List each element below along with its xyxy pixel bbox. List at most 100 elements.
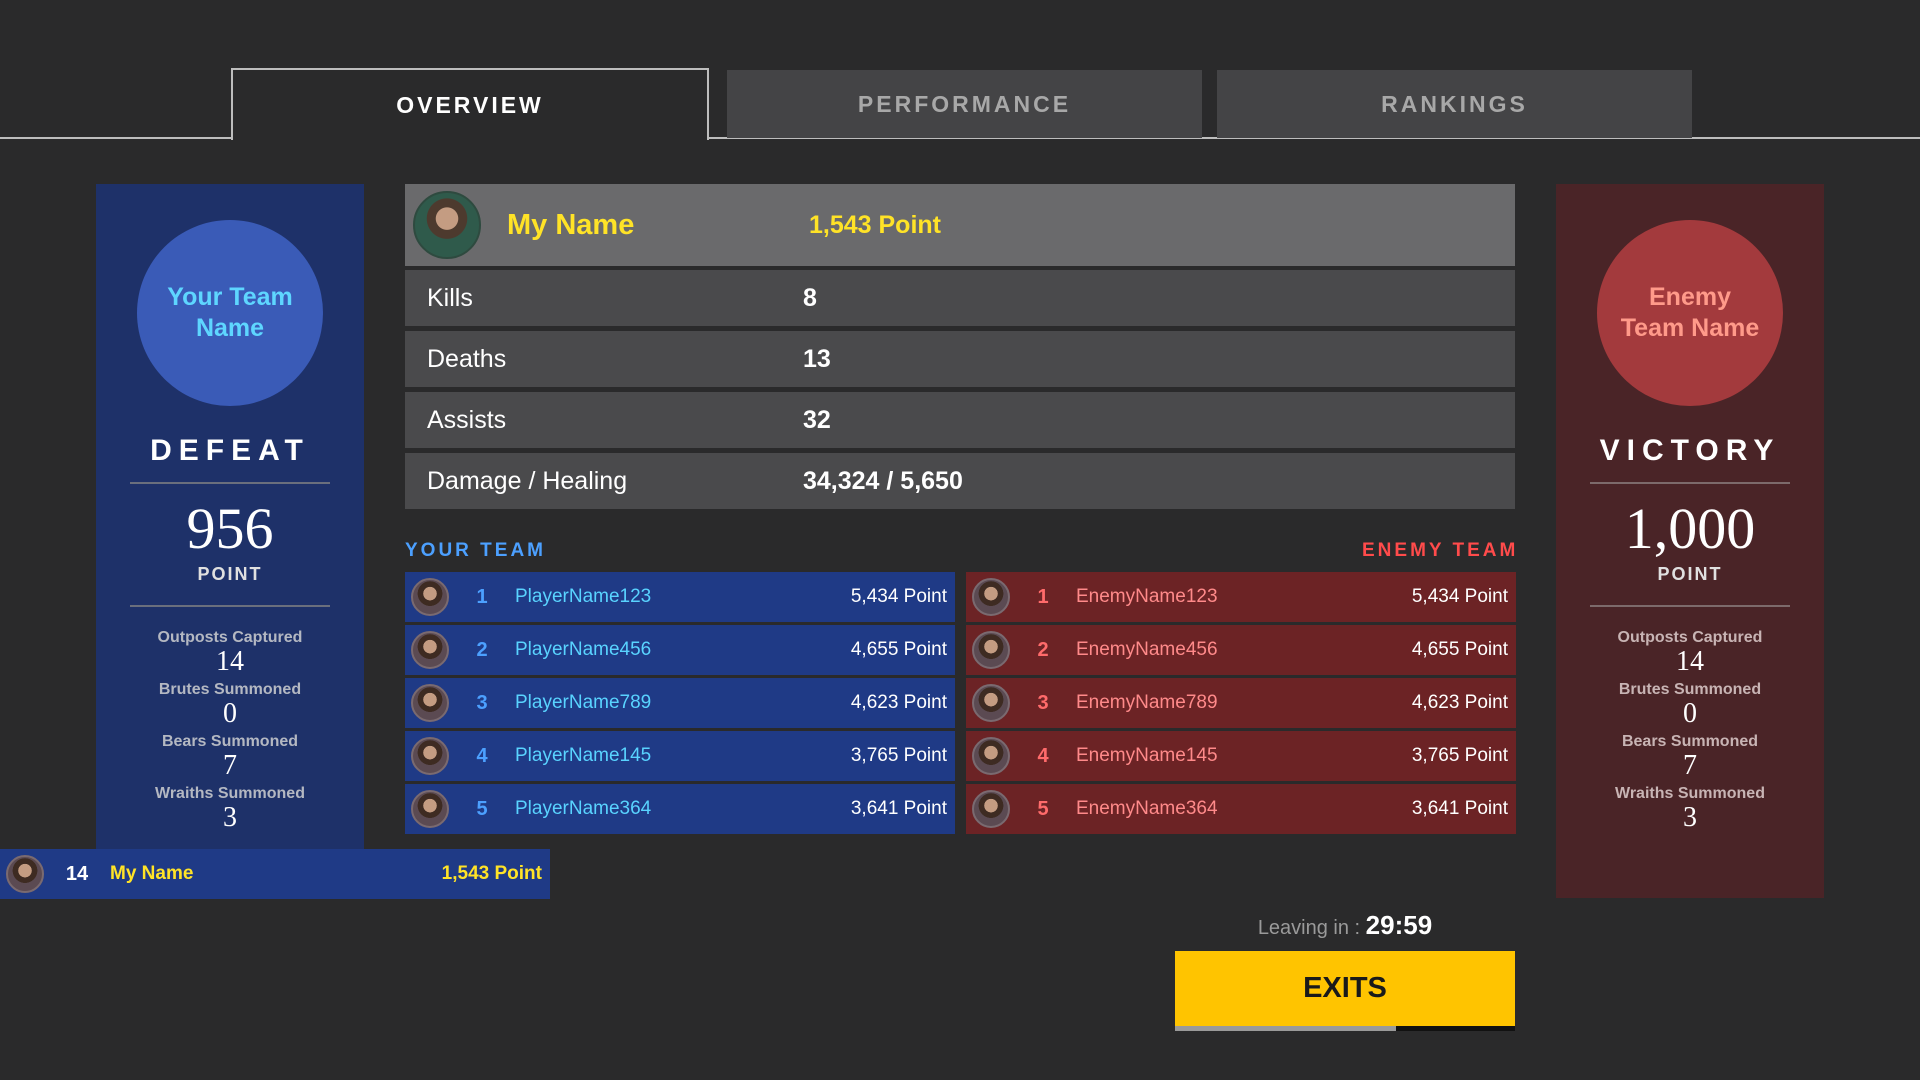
player-name: My Name: [110, 863, 194, 884]
player-name: PlayerName145: [515, 745, 652, 766]
stat-row-damage-healing: Damage / Healing 34,324 / 5,650: [405, 453, 1515, 509]
enemy-team-score-label: POINT: [1657, 564, 1723, 584]
player-name: EnemyName456: [1076, 639, 1218, 660]
divider: [130, 482, 330, 484]
player-portrait-icon: [6, 855, 44, 893]
enemy-team-list-title: ENEMY TEAM: [1362, 540, 1519, 561]
enemy-team-row[interactable]: 2 EnemyName456 4,655 Point: [966, 625, 1516, 675]
your-team-row[interactable]: 2 PlayerName456 4,655 Point: [405, 625, 955, 675]
your-team-row[interactable]: 4 PlayerName145 3,765 Point: [405, 731, 955, 781]
player-points: 4,623 Point: [1411, 692, 1508, 713]
my-points: 1,543 Point: [809, 210, 941, 239]
player-name: PlayerName456: [515, 639, 652, 660]
tab-overview[interactable]: OVERVIEW: [231, 68, 709, 140]
player-portrait-icon: [411, 684, 449, 722]
objective-label: Wraiths Summoned: [1615, 785, 1765, 802]
your-team-row[interactable]: 5 PlayerName364 3,641 Point: [405, 784, 955, 834]
player-rank: 4: [476, 744, 488, 767]
objective-value: 0: [222, 698, 237, 729]
enemy-team-row[interactable]: 4 EnemyName145 3,765 Point: [966, 731, 1516, 781]
objective-value: 7: [1682, 750, 1697, 781]
stat-row-assists: Assists 32: [405, 392, 1515, 448]
player-portrait-icon: [413, 191, 481, 259]
objective-label: Wraiths Summoned: [155, 785, 305, 802]
enemy-team-row[interactable]: 1 EnemyName123 5,434 Point: [966, 572, 1516, 622]
my-stats-header: My Name 1,543 Point: [405, 184, 1515, 266]
enemy-team-objectives: Outposts Captured 14 Brutes Summoned 0 B…: [1615, 625, 1765, 833]
enemy-team-row[interactable]: 3 EnemyName789 4,623 Point: [966, 678, 1516, 728]
objective-label: Bears Summoned: [1621, 733, 1759, 750]
player-name: EnemyName145: [1076, 745, 1218, 766]
player-portrait-icon: [411, 578, 449, 616]
player-portrait-icon: [411, 790, 449, 828]
your-team-result: DEFEAT: [150, 434, 310, 467]
player-name: PlayerName789: [515, 692, 652, 713]
stat-value: 8: [803, 283, 817, 312]
player-portrait-icon: [972, 737, 1010, 775]
player-rank: 14: [65, 862, 89, 885]
player-portrait-icon: [411, 737, 449, 775]
player-rank: 1: [1037, 585, 1049, 608]
enemy-team-score: 1,000: [1624, 496, 1756, 561]
your-team-list-title: YOUR TEAM: [405, 540, 546, 561]
exit-progress-bar: [1175, 1026, 1515, 1031]
player-rank: 3: [1037, 691, 1049, 714]
player-portrait-icon: [411, 631, 449, 669]
player-rank: 3: [476, 691, 488, 714]
player-name: EnemyName123: [1076, 586, 1218, 607]
enemy-team-row[interactable]: 5 EnemyName364 3,641 Point: [966, 784, 1516, 834]
your-team-objectives: Outposts Captured 14 Brutes Summoned 0 B…: [155, 625, 305, 833]
divider: [1590, 482, 1790, 484]
player-rank: 4: [1037, 744, 1049, 767]
leaving-label: Leaving in :: [1257, 917, 1366, 939]
player-points: 3,641 Point: [850, 798, 947, 819]
exit-button[interactable]: EXITS: [1175, 951, 1515, 1026]
stat-label: Deaths: [427, 344, 507, 373]
divider: [1590, 605, 1790, 607]
objective-value: 0: [1682, 698, 1697, 729]
stat-label: Damage / Healing: [427, 466, 628, 495]
stat-row-deaths: Deaths 13: [405, 331, 1515, 387]
tab-rankings[interactable]: RANKINGS: [1217, 70, 1692, 138]
player-points: 1,543 Point: [441, 863, 542, 884]
player-portrait-icon: [972, 684, 1010, 722]
player-rank: 5: [1037, 797, 1049, 820]
objective-label: Bears Summoned: [161, 733, 299, 750]
objective-value: 3: [222, 802, 237, 833]
player-rank: 1: [476, 585, 488, 608]
divider: [130, 605, 330, 607]
objective-value: 3: [1682, 802, 1697, 833]
stat-value: 13: [803, 344, 831, 373]
your-team-row[interactable]: 3 PlayerName789 4,623 Point: [405, 678, 955, 728]
your-team-name: Your Team Name: [167, 283, 293, 342]
leaving-time: 29:59: [1365, 910, 1433, 940]
objective-label: Brutes Summoned: [1618, 681, 1762, 698]
objective-label: Outposts Captured: [1617, 629, 1763, 646]
player-name: PlayerName364: [515, 798, 652, 819]
player-points: 4,655 Point: [1411, 639, 1508, 660]
player-points: 3,765 Point: [1411, 745, 1508, 766]
objective-value: 14: [215, 646, 244, 677]
my-rank-row[interactable]: 14 My Name 1,543 Point: [0, 849, 550, 899]
player-points: 5,434 Point: [850, 586, 947, 607]
your-team-row[interactable]: 1 PlayerName123 5,434 Point: [405, 572, 955, 622]
player-name: EnemyName364: [1076, 798, 1218, 819]
player-points: 4,623 Point: [850, 692, 947, 713]
exit-progress-fill: [1175, 1026, 1396, 1031]
objective-value: 7: [222, 750, 237, 781]
player-rank: 2: [476, 638, 488, 661]
enemy-team-emblem: Enemy Team Name: [1597, 220, 1783, 406]
objective-label: Outposts Captured: [157, 629, 303, 646]
stat-label: Kills: [427, 283, 473, 312]
player-name: PlayerName123: [515, 586, 652, 607]
player-portrait-icon: [972, 790, 1010, 828]
tab-performance[interactable]: PERFORMANCE: [727, 70, 1202, 138]
player-rank: 5: [476, 797, 488, 820]
your-team-emblem: Your Team Name: [137, 220, 323, 406]
player-points: 4,655 Point: [850, 639, 947, 660]
stat-value: 34,324 / 5,650: [803, 466, 963, 495]
objective-label: Brutes Summoned: [158, 681, 302, 698]
your-team-panel: Your Team Name DEFEAT 956 POINT Outposts…: [96, 184, 364, 898]
player-points: 5,434 Point: [1411, 586, 1508, 607]
stat-value: 32: [803, 405, 831, 434]
